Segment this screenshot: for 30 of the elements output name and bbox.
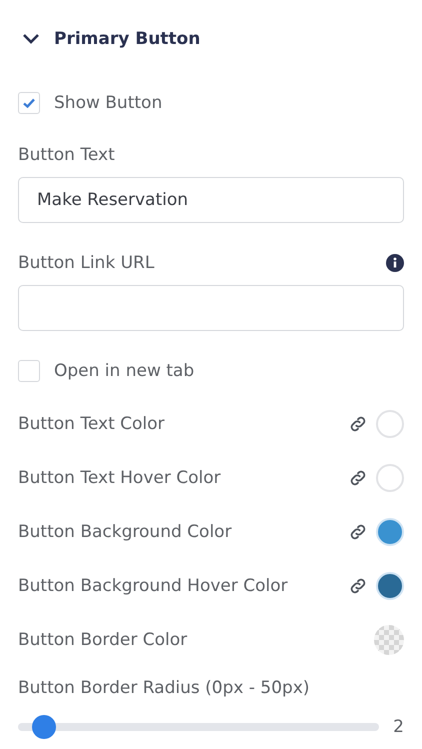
link-icon[interactable] [348,522,368,542]
checkbox[interactable] [18,92,40,114]
color-label: Button Background Color [18,522,232,542]
link-icon[interactable] [348,576,368,596]
slider[interactable] [18,715,380,739]
checkbox[interactable] [18,360,40,382]
info-icon[interactable] [386,254,404,272]
link-icon[interactable] [348,468,368,488]
input-field[interactable]: Make Reservation [18,177,404,223]
field-label: Button Link URL [18,253,154,273]
color-label: Button Background Hover Color [18,576,288,596]
section-header[interactable]: Primary Button [22,24,404,54]
input-field[interactable] [18,285,404,331]
transparent-swatch[interactable] [374,625,404,655]
link-icon[interactable] [348,414,368,434]
chevron-icon [22,33,40,45]
color-swatch[interactable] [376,518,404,546]
check-icon [23,98,35,108]
checkbox-label: Open in new tab [54,361,194,381]
color-label: Button Text Hover Color [18,468,221,488]
color-swatch[interactable] [376,572,404,600]
field-label: Button Text [18,145,115,165]
checkbox-label: Show Button [54,93,162,113]
color-swatch[interactable] [376,410,404,438]
slider-value: 2 [393,717,404,737]
color-swatch[interactable] [376,464,404,492]
slider-label: Button Border Radius (0px - 50px) [18,678,310,698]
slider-thumb[interactable] [32,715,56,739]
color-label: Button Text Color [18,414,165,434]
color-label: Button Border Color [18,630,188,650]
